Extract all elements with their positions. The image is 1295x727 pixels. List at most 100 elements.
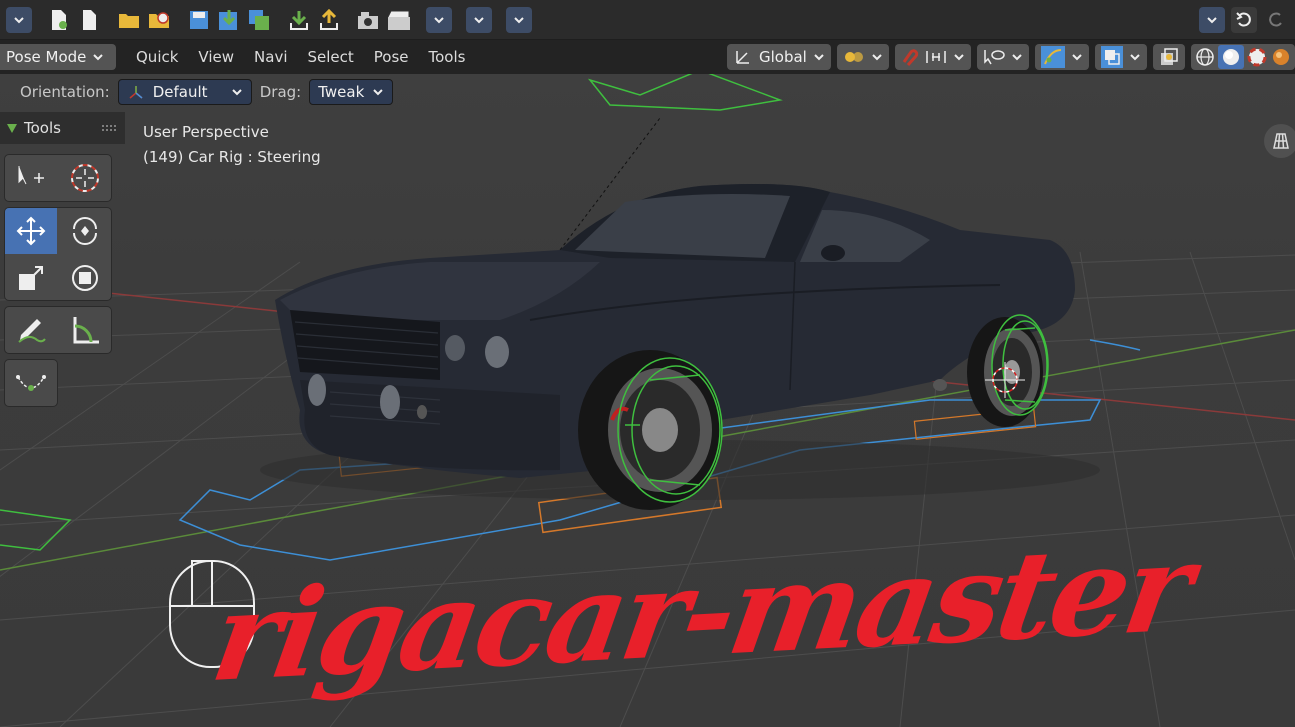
extra-menu-dropdown-3[interactable] [506, 6, 532, 33]
orientation-field-label: Orientation: [20, 83, 110, 101]
grid-icon [1273, 133, 1289, 149]
open-folder-button[interactable] [116, 7, 142, 33]
orientation-axes-icon [736, 51, 749, 64]
chevron-down-icon [1207, 17, 1217, 24]
view-name: User Perspective [143, 123, 269, 141]
chevron-down-icon [434, 16, 444, 23]
overlays-icon [1101, 46, 1123, 68]
undo-icon [1236, 12, 1251, 27]
import-button[interactable] [216, 7, 242, 33]
chevron-down-icon [954, 54, 964, 61]
wireframe-shading-icon[interactable] [1194, 46, 1216, 68]
mode-label: Pose Mode [6, 48, 87, 66]
top-toolbar [0, 0, 1295, 40]
drag-value: Tweak [318, 83, 365, 101]
overlay-select[interactable] [1095, 44, 1147, 70]
render-button[interactable] [356, 7, 382, 33]
move-tool[interactable] [5, 208, 57, 254]
transform-orientation-select[interactable]: Global [727, 44, 831, 70]
upload-button[interactable] [316, 7, 342, 33]
chevron-down-icon [1072, 54, 1082, 61]
save-copy-icon [249, 9, 269, 30]
tools-panel-title: Tools [24, 119, 61, 137]
ruler-icon [73, 317, 99, 344]
measure-tool[interactable] [59, 307, 111, 353]
render-animation-button[interactable] [386, 7, 412, 33]
menu-dropdown-button[interactable] [6, 6, 32, 33]
gizmo-select[interactable] [1035, 44, 1089, 70]
save-button[interactable] [186, 7, 212, 33]
redo-icon [1269, 12, 1282, 27]
chevron-down-icon [872, 54, 882, 61]
orientation-label: Global [759, 48, 807, 66]
chevron-down-icon [1130, 54, 1140, 61]
cursor-tool[interactable] [59, 155, 111, 201]
menu-tools[interactable]: Tools [419, 48, 476, 66]
transform-icon [72, 265, 98, 291]
snap-toggle[interactable] [895, 44, 971, 70]
move-arrows-icon [16, 216, 46, 246]
save-copy-button[interactable] [246, 7, 272, 33]
menu-select[interactable]: Select [298, 48, 364, 66]
chevron-down-icon [514, 16, 524, 23]
menu-navi[interactable]: Navi [244, 48, 297, 66]
object-info: (149) Car Rig : Steering [143, 148, 321, 166]
chevron-down-icon [14, 16, 24, 23]
orientation-axes-icon [129, 86, 143, 99]
mode-selector[interactable]: Pose Mode [0, 44, 116, 70]
download-button[interactable] [286, 7, 312, 33]
tool-settings-bar: Orientation: Default Drag: Tweak [0, 74, 1295, 110]
select-tool-group [4, 154, 112, 202]
proportional-edit-select[interactable] [977, 44, 1029, 70]
new-file-button[interactable] [46, 7, 72, 33]
import-icon [219, 9, 237, 30]
tools-panel-header[interactable]: Tools [0, 112, 125, 144]
header-menu: Quick View Navi Select Pose Tools [126, 48, 475, 66]
redo-button[interactable] [1263, 7, 1289, 33]
select-cursor-icon [18, 166, 44, 185]
new-file-icon [52, 9, 67, 30]
pencil-icon [18, 319, 46, 343]
open-recent-button[interactable] [146, 7, 172, 33]
scale-icon [19, 266, 43, 290]
orientation-select[interactable]: Default [117, 79, 252, 105]
cursor-visibility-icon [984, 50, 1005, 65]
rendered-shading-icon[interactable] [1270, 46, 1292, 68]
pivot-point-select[interactable] [837, 44, 889, 70]
curve-tool[interactable] [5, 360, 57, 406]
extra-menu-dropdown-2[interactable] [466, 6, 492, 33]
rotate-tool[interactable] [59, 208, 111, 254]
menu-view[interactable]: View [188, 48, 244, 66]
chevron-down-icon [814, 54, 824, 61]
blank-file-button[interactable] [76, 7, 102, 33]
chevron-down-icon [232, 89, 242, 96]
right-menu-dropdown[interactable] [1199, 7, 1225, 33]
folder-recent-icon [149, 11, 169, 28]
select-tool[interactable] [5, 155, 57, 201]
transform-tool-group [4, 207, 112, 301]
drag-handle-icon[interactable] [101, 124, 117, 132]
solid-shading-icon[interactable] [1218, 45, 1244, 69]
chevron-down-icon [93, 54, 104, 61]
annotate-tool[interactable] [5, 307, 57, 353]
magnet-icon [902, 49, 919, 66]
xray-icon [1161, 48, 1178, 65]
chevron-down-icon [474, 16, 484, 23]
menu-pose[interactable]: Pose [364, 48, 419, 66]
menu-quick[interactable]: Quick [126, 48, 188, 66]
xray-toggle[interactable] [1153, 44, 1185, 70]
perspective-toggle-button[interactable] [1264, 124, 1295, 158]
drag-field-label: Drag: [259, 83, 302, 101]
transform-tool[interactable] [59, 255, 111, 300]
undo-button[interactable] [1231, 7, 1257, 33]
upload-icon [320, 8, 338, 30]
rotate-icon [73, 217, 97, 245]
extra-menu-dropdown-1[interactable] [426, 6, 452, 33]
expand-triangle-icon [7, 124, 17, 133]
material-shading-icon[interactable] [1246, 46, 1268, 68]
scale-tool[interactable] [5, 255, 57, 300]
drag-select[interactable]: Tweak [309, 79, 394, 105]
orientation-value: Default [152, 83, 208, 101]
clapperboard-icon [387, 10, 410, 30]
viewport-header: Pose Mode Quick View Navi Select Pose To… [0, 40, 1295, 74]
